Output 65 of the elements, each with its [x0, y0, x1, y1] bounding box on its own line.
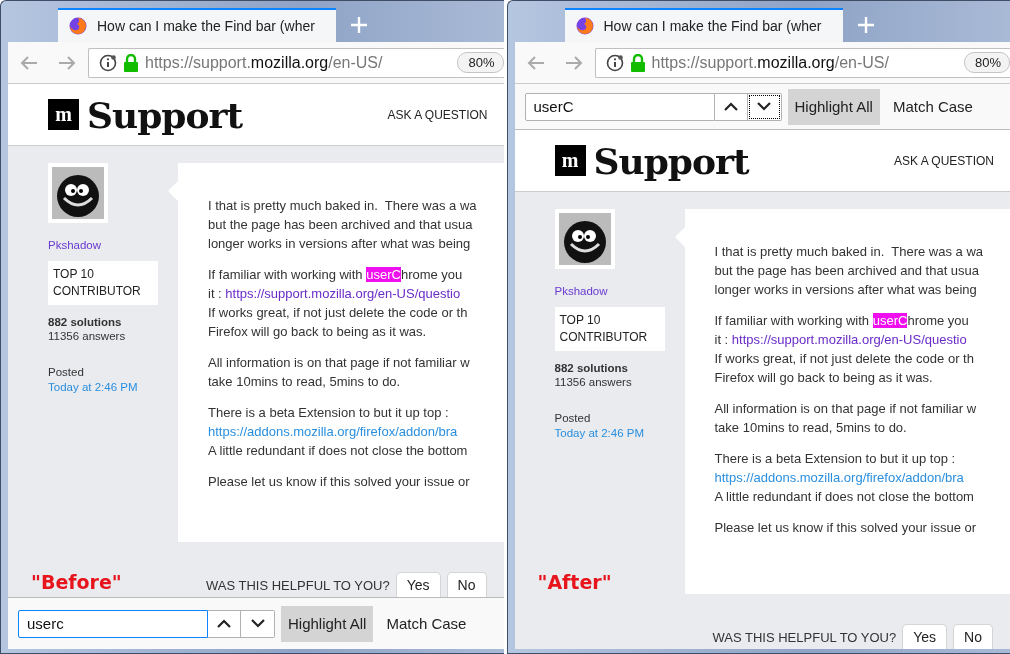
post-paragraph: All information is on that page if not familiar w take 10mins to read, 5mins to do.: [714, 400, 978, 437]
post-link[interactable]: https://addons.mozilla.org/firefox/addon/bra: [714, 470, 964, 485]
post-paragraph: There is a beta Extension to but it up top : https://addons.mozilla.org/firefox/addon/bra A little redundant if does not close the bottom: [208, 404, 469, 460]
post-paragraph: If familiar with working with userChrome you it : https://support.mozilla.org/en-US/questio If works great, if not just delete the code or th Firefox will go back to being as it was.: [208, 266, 469, 341]
posted-label: Posted: [554, 412, 591, 424]
chevron-down-icon: [250, 619, 265, 628]
post-paragraph: Please let us know if this solved your issue or: [208, 473, 471, 491]
logo-mark: m: [48, 99, 79, 130]
post-paragraph: I that is pretty much baked in. There was a wa but the page has been archived and that usua longer works in versions after what was being: [208, 197, 478, 253]
logo-text: Support: [87, 93, 243, 136]
lock-icon: [629, 53, 646, 72]
post-paragraph: Please let us know if this solved your issue or: [714, 519, 978, 537]
find-option-toggle[interactable]: Match Case: [885, 88, 980, 125]
post-link[interactable]: https://addons.mozilla.org/firefox/addon/bra: [208, 424, 458, 439]
find-option-toggle[interactable]: Highlight All: [787, 88, 880, 125]
address-bar[interactable]: https://support.mozilla.org/en-US/ 80%: [594, 47, 1010, 78]
posted-label: Posted: [48, 366, 84, 378]
post-paragraph: I that is pretty much baked in. There was a wa but the page has been archived and that usua longer works in versions after what was being: [714, 243, 985, 299]
annotation-caption: "After": [537, 571, 612, 593]
post-link[interactable]: https://support.mozilla.org/en-US/questio: [225, 286, 461, 301]
answers-count: 11356 answers: [48, 330, 126, 342]
search-match-highlight: userC: [366, 267, 401, 282]
browser-tab[interactable]: How can I make the Find bar (wher: [564, 8, 843, 42]
post-paragraph: If familiar with working with userChrome you it : https://support.mozilla.org/en-US/questio If works great, if not just delete the code or th Firefox will go back to being as it was.: [714, 312, 975, 387]
feedback-button[interactable]: Yes: [902, 624, 948, 649]
feedback-button[interactable]: Yes: [395, 572, 441, 597]
helpful-question: WAS THIS HELPFUL TO YOU?: [206, 578, 390, 593]
helpful-question: WAS THIS HELPFUL TO YOU?: [712, 630, 897, 645]
contributor-badge: TOP 10 CONTRIBUTOR: [554, 307, 665, 351]
post-link[interactable]: https://support.mozilla.org/en-US/questio: [731, 332, 967, 347]
contributor-badge: TOP 10 CONTRIBUTOR: [48, 261, 158, 305]
answers-count: 11356 answers: [554, 376, 632, 388]
find-field[interactable]: userC: [524, 92, 715, 121]
solutions-count: 882 solutions: [48, 316, 122, 328]
address-bar[interactable]: https://support.mozilla.org/en-US/ 80%: [88, 47, 504, 78]
chevron-up-icon: [723, 102, 738, 111]
post-paragraph: There is a beta Extension to but it up top : https://addons.mozilla.org/firefox/addon/bra A little redundant if does not close the bottom: [714, 450, 975, 506]
chevron-down-icon: [757, 102, 771, 111]
nav-link[interactable]: ASK A QUESTION: [893, 153, 994, 168]
chevron-up-icon: [217, 619, 231, 628]
zoom-level-button[interactable]: 80%: [457, 52, 504, 73]
find-option-toggle[interactable]: Highlight All: [281, 605, 374, 642]
find-option-toggle[interactable]: Match Case: [379, 605, 474, 642]
search-match-highlight: userC: [872, 313, 908, 328]
author-link[interactable]: Pkshadow: [48, 239, 102, 251]
feedback-button[interactable]: No: [446, 572, 487, 597]
browser-tab[interactable]: How can I make the Find bar (wher: [58, 8, 336, 42]
favicon-icon: [575, 17, 594, 35]
info-icon[interactable]: [605, 53, 624, 72]
post-paragraph: All information is on that page if not familiar w take 10mins to read, 5mins to do.: [208, 354, 471, 391]
feedback-button[interactable]: No: [953, 624, 993, 649]
solutions-count: 882 solutions: [554, 362, 628, 374]
favicon-icon: [69, 17, 87, 35]
find-field[interactable]: userc: [18, 609, 208, 638]
zoom-level-button[interactable]: 80%: [963, 52, 1010, 73]
logo-mark: m: [554, 145, 586, 176]
logo-text: Support: [593, 139, 749, 182]
url-text: https://support.mozilla.org/en-US/: [145, 53, 384, 72]
find-next-button[interactable]: [747, 93, 781, 120]
annotation-caption: "Before": [31, 571, 122, 593]
info-icon[interactable]: [99, 53, 117, 72]
url-text: https://support.mozilla.org/en-US/: [651, 53, 890, 72]
lock-icon: [123, 53, 139, 72]
author-link[interactable]: Pkshadow: [554, 285, 608, 297]
nav-link[interactable]: ASK A QUESTION: [387, 107, 488, 122]
